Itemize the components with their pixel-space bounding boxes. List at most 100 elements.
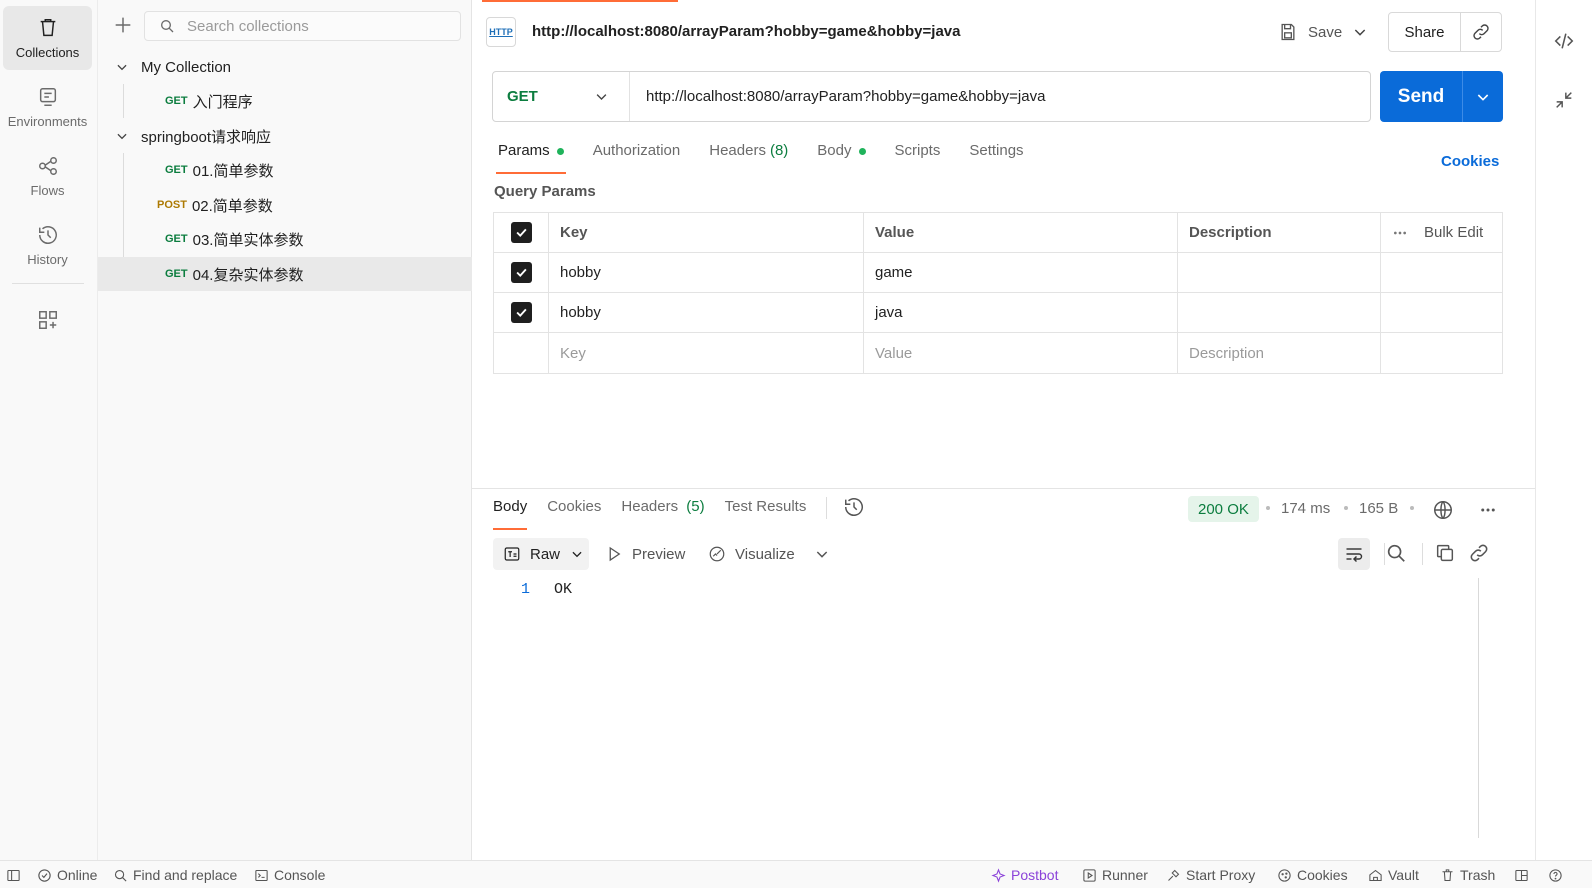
response-tab-test-results[interactable]: Test Results — [725, 498, 807, 530]
runner-button[interactable]: Runner — [1082, 866, 1148, 884]
start-proxy-button[interactable]: Start Proxy — [1166, 866, 1255, 884]
chevron-down-icon[interactable] — [814, 546, 830, 562]
cookies-link[interactable]: Cookies — [1441, 153, 1499, 170]
rail-item-environments[interactable]: Environments — [3, 75, 92, 139]
separator-dot — [1266, 506, 1270, 510]
console-label: Console — [274, 867, 326, 883]
response-size[interactable]: 165 B — [1359, 500, 1398, 517]
table-row-new: Key Value Description — [494, 333, 1502, 373]
new-value-input[interactable]: Value — [864, 333, 1178, 373]
tab-settings[interactable]: Settings — [969, 142, 1023, 174]
history-icon — [38, 225, 57, 244]
request-workspace: HTTP http://localhost:8080/arrayParam?ho… — [472, 0, 1535, 860]
vault-button[interactable]: Vault — [1368, 866, 1419, 884]
response-body-text[interactable]: OK — [554, 581, 572, 598]
param-description[interactable] — [1178, 293, 1381, 332]
rail-item-collections[interactable]: Collections — [3, 6, 92, 70]
query-params-table: Key Value Description Bulk Edit hobby ga… — [493, 212, 1503, 374]
format-select[interactable]: Raw — [493, 538, 589, 570]
response-scrollbar[interactable] — [1478, 578, 1479, 838]
request-tabs: Params Authorization Headers (8) Body Sc… — [496, 142, 1053, 174]
rail-item-flows[interactable]: Flows — [3, 144, 92, 208]
share-button[interactable]: Share — [1389, 13, 1461, 51]
send-group: Send — [1380, 71, 1503, 122]
tree-collection-springboot[interactable]: springboot请求响应 — [98, 119, 472, 153]
param-value[interactable]: game — [864, 253, 1178, 292]
postbot-icon — [991, 867, 1006, 883]
copy-icon[interactable] — [1434, 542, 1456, 564]
param-description[interactable] — [1178, 253, 1381, 292]
help-button[interactable] — [1548, 866, 1568, 884]
response-divider[interactable] — [472, 488, 1535, 489]
copy-link-button[interactable] — [1461, 13, 1501, 51]
tab-headers[interactable]: Headers (8) — [709, 142, 788, 174]
cookies-button[interactable]: Cookies — [1277, 866, 1348, 884]
request-name: 入门程序 — [192, 93, 253, 111]
code-icon[interactable] — [1553, 30, 1575, 52]
url-input[interactable] — [630, 72, 1370, 121]
tree-request-selected[interactable]: GET 04.复杂实体参数 — [98, 257, 472, 291]
cookies-label: Cookies — [1297, 867, 1348, 883]
request-title[interactable]: http://localhost:8080/arrayParam?hobby=g… — [532, 23, 960, 40]
more-options-icon[interactable] — [1478, 501, 1498, 519]
link-icon[interactable] — [1468, 542, 1490, 564]
param-value[interactable]: java — [864, 293, 1178, 332]
online-status[interactable]: Online — [37, 866, 97, 884]
new-key-input[interactable]: Key — [549, 333, 864, 373]
rail-item-history[interactable]: History — [3, 213, 92, 277]
configure-sidebar-button[interactable] — [37, 309, 59, 331]
plus-icon — [115, 17, 131, 33]
find-replace-button[interactable]: Find and replace — [113, 866, 237, 884]
more-options-icon[interactable] — [1392, 225, 1408, 241]
postbot-button[interactable]: Postbot — [991, 866, 1058, 884]
tree-collection-my-collection[interactable]: My Collection — [98, 50, 472, 84]
tree-request[interactable]: GET 01.简单参数 — [98, 153, 472, 187]
search-icon[interactable] — [1385, 542, 1407, 564]
response-time[interactable]: 174 ms — [1281, 500, 1330, 517]
response-tab-headers[interactable]: Headers (5) — [621, 498, 704, 530]
send-options-button[interactable] — [1463, 71, 1503, 122]
new-collection-button[interactable] — [112, 14, 134, 36]
visualize-button[interactable]: Visualize — [708, 541, 795, 567]
new-description-input[interactable]: Description — [1178, 333, 1381, 373]
proxy-icon — [1168, 869, 1180, 881]
chevron-down-icon — [1354, 29, 1366, 36]
method-select[interactable]: GET — [493, 72, 630, 121]
tree-request[interactable]: POST 02.简单参数 — [98, 188, 472, 222]
method-badge: GET — [165, 268, 188, 280]
tab-params[interactable]: Params — [496, 142, 566, 174]
trash-button[interactable]: Trash — [1440, 866, 1495, 884]
collapse-icon[interactable] — [1553, 89, 1575, 111]
row-checkbox[interactable] — [510, 302, 532, 323]
select-all-checkbox[interactable] — [510, 222, 532, 243]
table-row: hobby game — [494, 253, 1502, 293]
separator-dot — [1344, 506, 1348, 510]
tab-scripts[interactable]: Scripts — [895, 142, 941, 174]
bulk-edit-button[interactable]: Bulk Edit — [1424, 224, 1483, 241]
tree-request[interactable]: GET 入门程序 — [98, 84, 472, 118]
response-history-icon[interactable] — [843, 496, 865, 518]
save-options-button[interactable] — [1352, 24, 1368, 40]
param-key[interactable]: hobby — [549, 293, 864, 332]
tab-label: Scripts — [894, 142, 941, 159]
tab-body[interactable]: Body — [817, 142, 866, 174]
toggle-sidebar-button[interactable] — [6, 866, 26, 884]
status-badge[interactable]: 200 OK — [1188, 496, 1259, 522]
tab-authorization[interactable]: Authorization — [593, 142, 681, 174]
visualize-label: Visualize — [735, 545, 795, 563]
layout-toggle-button[interactable] — [1514, 866, 1534, 884]
method-value: GET — [507, 88, 538, 105]
row-checkbox[interactable] — [510, 262, 532, 283]
param-key[interactable]: hobby — [549, 253, 864, 292]
wrap-lines-button[interactable] — [1338, 538, 1370, 570]
save-button[interactable]: Save — [1278, 18, 1342, 46]
globe-icon[interactable] — [1432, 499, 1454, 521]
console-button[interactable]: Console — [254, 866, 325, 884]
tab-label: Params — [498, 142, 550, 159]
response-tab-cookies[interactable]: Cookies — [547, 498, 601, 530]
preview-button[interactable]: Preview — [605, 541, 685, 567]
response-tab-body[interactable]: Body — [493, 498, 528, 530]
send-button[interactable]: Send — [1380, 71, 1463, 122]
tree-request[interactable]: GET 03.简单实体参数 — [98, 222, 472, 256]
search-collections-input[interactable]: Search collections — [144, 11, 461, 41]
